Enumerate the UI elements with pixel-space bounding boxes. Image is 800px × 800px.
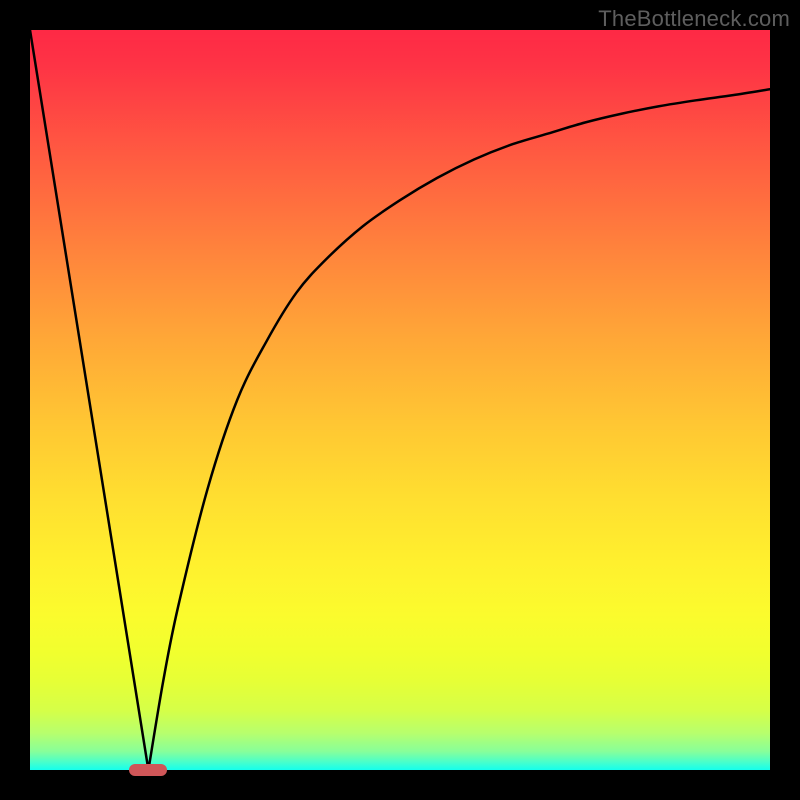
watermark-text: TheBottleneck.com bbox=[598, 6, 790, 32]
chart-frame: TheBottleneck.com bbox=[0, 0, 800, 800]
curve-path bbox=[30, 30, 770, 770]
plot-area bbox=[30, 30, 770, 770]
minimum-marker bbox=[129, 764, 167, 776]
chart-curve bbox=[30, 30, 770, 770]
